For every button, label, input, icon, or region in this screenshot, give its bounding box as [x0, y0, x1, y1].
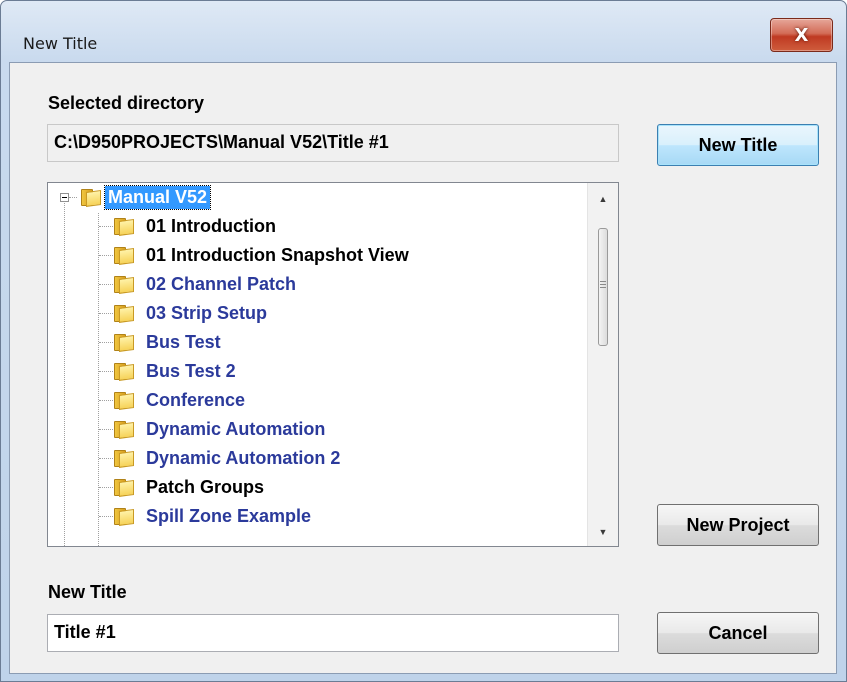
tree-item[interactable]: 01 Introduction: [114, 212, 276, 241]
tree-connector-line: [99, 284, 113, 285]
tree-root-item[interactable]: Manual V52: [48, 183, 212, 212]
tree-scrollbar[interactable]: ▲ ▼: [587, 183, 618, 546]
tree-item-label: Patch Groups: [146, 477, 265, 497]
tree-item-label: 02 Channel Patch: [146, 274, 297, 294]
tree-item[interactable]: Spill Zone Example: [114, 502, 311, 531]
new-title-button[interactable]: New Title: [657, 124, 819, 166]
tree-item-label: 01 Introduction Snapshot View: [146, 245, 409, 265]
tree-connector-line: [99, 400, 113, 401]
tree-item-label: Dynamic Automation: [146, 419, 326, 439]
folder-icon: [114, 363, 134, 382]
tree-connector-line: [98, 213, 99, 546]
folder-icon: [114, 508, 134, 527]
tree-item[interactable]: Patch Groups: [114, 473, 264, 502]
folder-icon: [114, 276, 134, 295]
tree-item[interactable]: Bus Test 2: [114, 357, 236, 386]
tree-item[interactable]: Bus Test: [114, 328, 221, 357]
tree-connector-line: [99, 313, 113, 314]
tree-connector-line: [99, 429, 113, 430]
cancel-button[interactable]: Cancel: [657, 612, 819, 654]
tree-item[interactable]: 01 Introduction Snapshot View: [114, 241, 409, 270]
new-title-label: New Title: [48, 582, 127, 602]
tree-item-label: Dynamic Automation 2: [146, 448, 341, 468]
window-title: New Title: [23, 34, 98, 53]
tree-connector-line: [99, 342, 113, 343]
tree-item-label: Bus Test: [146, 332, 221, 352]
folder-icon: [114, 421, 134, 440]
tree-item-label: 03 Strip Setup: [146, 303, 268, 323]
collapse-icon[interactable]: [60, 193, 69, 202]
tree-connector-line: [99, 487, 113, 488]
selected-directory-label: Selected directory: [48, 93, 205, 113]
folder-icon: [114, 305, 134, 324]
folder-icon: [114, 334, 134, 353]
scrollbar-thumb[interactable]: [598, 228, 608, 346]
folder-icon: [81, 189, 101, 208]
new-project-button[interactable]: New Project: [657, 504, 819, 546]
tree-item-label: Bus Test 2: [146, 361, 236, 381]
tree-root-label: Manual V52: [103, 185, 212, 210]
tree-item-label: Spill Zone Example: [146, 506, 312, 526]
tree-connector-line: [99, 226, 113, 227]
folder-icon: [114, 450, 134, 469]
tree-item[interactable]: Dynamic Automation: [114, 415, 325, 444]
tree-connector-line: [64, 203, 65, 546]
folder-icon: [114, 218, 134, 237]
tree-connector-line: [99, 458, 113, 459]
tree-item[interactable]: Conference: [114, 386, 245, 415]
scroll-up-arrow-icon[interactable]: ▲: [588, 187, 618, 211]
tree-item[interactable]: 03 Strip Setup: [114, 299, 267, 328]
tree-item-label: 01 Introduction: [146, 216, 276, 236]
new-title-input[interactable]: Title #1: [47, 614, 619, 652]
close-button[interactable]: X: [770, 18, 833, 52]
tree-item[interactable]: 02 Channel Patch: [114, 270, 296, 299]
close-icon: X: [794, 24, 809, 46]
project-tree[interactable]: Manual V52 01 Introduction 01 Introductio…: [47, 182, 619, 547]
tree-item-label: Conference: [146, 390, 246, 410]
scroll-down-arrow-icon[interactable]: ▼: [588, 520, 618, 544]
tree-connector-line: [99, 516, 113, 517]
tree-item[interactable]: Dynamic Automation 2: [114, 444, 340, 473]
folder-icon: [114, 392, 134, 411]
tree-connector-line: [99, 255, 113, 256]
selected-directory-field: C:\D950PROJECTS\Manual V52\Title #1: [47, 124, 619, 162]
folder-icon: [114, 247, 134, 266]
folder-icon: [114, 479, 134, 498]
tree-connector-line: [99, 371, 113, 372]
